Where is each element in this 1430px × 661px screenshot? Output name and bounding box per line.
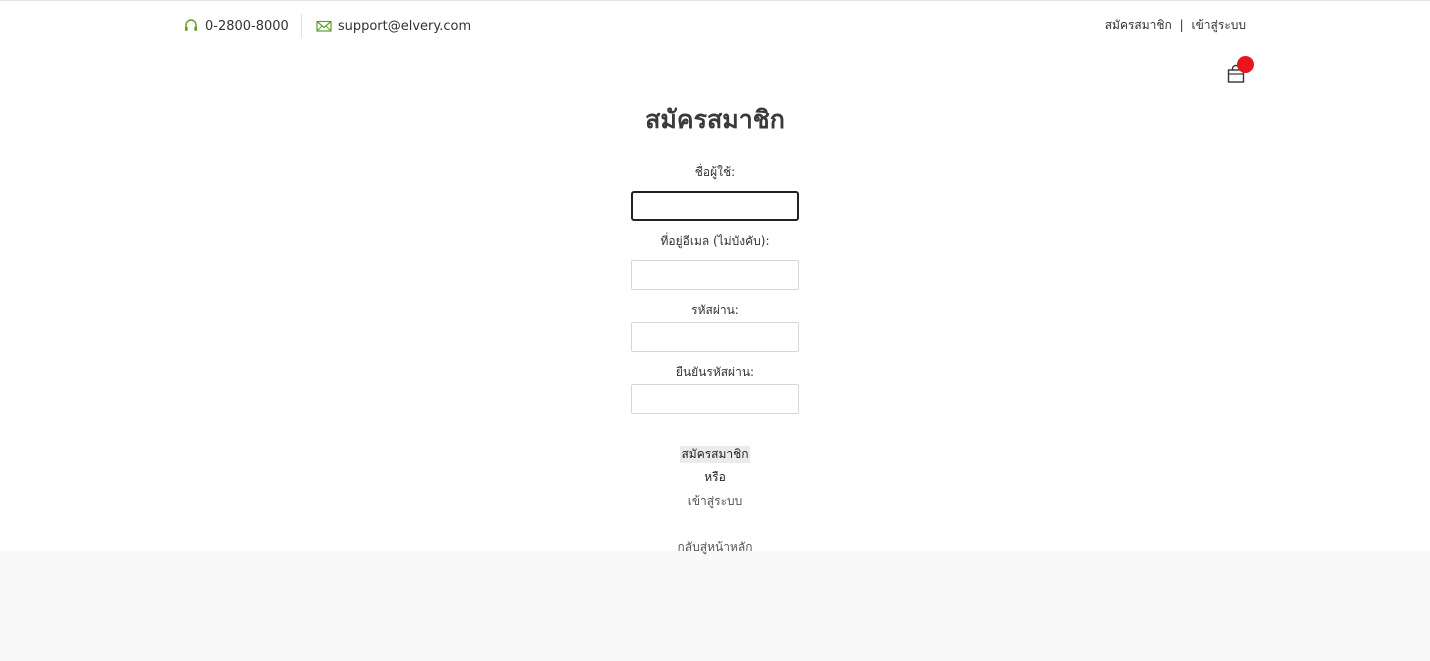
register-form: สมัครสมาชิก ชื่อผู้ใช้: ที่อยู่อีเมล (ไม… [0, 101, 1430, 556]
headset-icon [183, 18, 205, 34]
confirm-password-input[interactable] [631, 384, 799, 414]
register-button[interactable]: สมัครสมาชิก [680, 446, 750, 463]
login-link-bottom[interactable]: เข้าสู่ระบบ [688, 492, 743, 510]
username-input[interactable] [631, 191, 799, 221]
email-contact[interactable]: support@elvery.com [316, 15, 471, 37]
or-text: หรือ [704, 470, 726, 484]
top-bar: 0-2800-8000 support@elvery.com สมัครสมาช… [0, 1, 1430, 47]
email-address: support@elvery.com [337, 18, 472, 34]
auth-separator: | [1179, 18, 1184, 32]
page: 0-2800-8000 support@elvery.com สมัครสมาช… [0, 0, 1430, 554]
phone-contact[interactable]: 0-2800-8000 [183, 15, 289, 37]
phone-number: 0-2800-8000 [205, 18, 289, 34]
username-label: ชื่อผู้ใช้: [694, 165, 736, 179]
contact-divider [300, 14, 302, 38]
contact-info: 0-2800-8000 support@elvery.com [183, 14, 471, 38]
login-link[interactable]: เข้าสู่ระบบ [1192, 18, 1247, 32]
envelope-icon [316, 19, 338, 33]
confirm-password-label: ยืนยันรหัสผ่าน: [675, 365, 755, 379]
cart-button[interactable] [1226, 56, 1254, 86]
email-label: ที่อยู่อีเมล (ไม่บังคับ): [660, 234, 770, 248]
page-title: สมัครสมาชิก [645, 105, 785, 134]
auth-links: สมัครสมาชิก | เข้าสู่ระบบ [1105, 16, 1246, 35]
password-input[interactable] [631, 322, 799, 352]
back-home-link[interactable]: กลับสู่หน้าหลัก [678, 538, 753, 556]
password-label: รหัสผ่าน: [691, 303, 739, 317]
cart-badge [1237, 56, 1254, 73]
email-input[interactable] [631, 260, 799, 290]
register-link[interactable]: สมัครสมาชิก [1105, 18, 1172, 32]
